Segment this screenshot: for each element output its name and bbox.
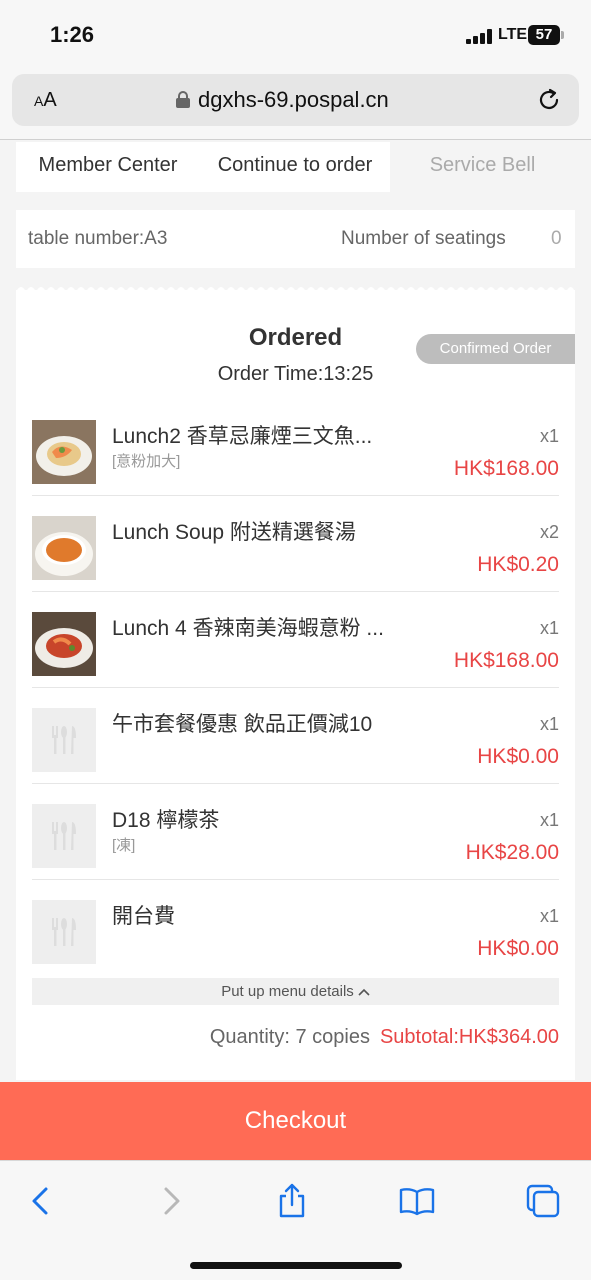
network-label: LTE — [498, 26, 528, 43]
put-up-label: Put up menu details — [221, 983, 354, 1000]
tabs-icon[interactable] — [525, 1183, 561, 1219]
soup-thumbnail — [32, 516, 96, 580]
bookmarks-icon[interactable] — [399, 1183, 435, 1219]
battery-icon: 57 — [528, 25, 560, 45]
status-badge: Confirmed Order — [416, 334, 575, 364]
item-name: D18 檸檬茶 — [112, 809, 220, 832]
seatings-label: Number of seatings — [341, 228, 506, 249]
item-name: 午市套餐優惠 飲品正價減10 — [112, 713, 373, 736]
home-indicator — [190, 1262, 402, 1269]
table-info: table number:A3 Number of seatings 0 — [16, 210, 575, 268]
item-price: HK$0.20 — [477, 553, 559, 576]
text-size-button[interactable]: AA — [34, 89, 57, 112]
tab-member-center[interactable]: Member Center — [16, 142, 200, 192]
salmon-pasta-thumbnail — [32, 420, 96, 484]
item-note: [意粉加大] — [112, 453, 181, 470]
quantity-total: Quantity: 7 copies — [209, 1026, 370, 1048]
chevron-up-icon — [358, 978, 370, 1005]
status-bar: 1:26 LTE 57 — [0, 0, 591, 70]
order-card: Ordered Order Time:13:25 Confirmed Order… — [16, 290, 575, 1080]
table-number: table number:A3 — [28, 228, 168, 249]
item-quantity: x1 — [539, 714, 559, 734]
order-item[interactable]: Lunch Soup 附送精選餐湯 x2 HK$0.20 — [32, 496, 559, 592]
checkout-button[interactable]: Checkout — [0, 1082, 591, 1160]
share-icon[interactable] — [274, 1183, 310, 1219]
item-name: Lunch Soup 附送精選餐湯 — [112, 521, 356, 544]
reload-icon[interactable] — [536, 87, 562, 113]
order-item[interactable]: 午市套餐優惠 飲品正價減10 x1 HK$0.00 — [32, 688, 559, 784]
item-price: HK$0.00 — [477, 745, 559, 768]
item-quantity: x1 — [539, 810, 559, 830]
item-price: HK$168.00 — [453, 457, 559, 480]
url-text[interactable]: dgxhs-69.pospal.cn — [198, 87, 389, 113]
item-name: 開台費 — [112, 905, 175, 928]
lock-icon — [176, 91, 190, 108]
forward-icon[interactable] — [152, 1183, 188, 1219]
order-summary: Quantity: 7 copies Subtotal:HK$364.00 — [32, 1026, 559, 1052]
item-price: HK$168.00 — [453, 649, 559, 672]
item-quantity: x1 — [539, 906, 559, 926]
item-name: Lunch 4 香辣南美海蝦意粉 ... — [112, 617, 384, 640]
battery-cap — [561, 31, 564, 39]
order-item[interactable]: Lunch2 香草忌廉煙三文魚... [意粉加大] x1 HK$168.00 — [32, 400, 559, 496]
item-name: Lunch2 香草忌廉煙三文魚... — [112, 425, 373, 448]
subtotal: Subtotal:HK$364.00 — [379, 1026, 559, 1048]
back-icon[interactable] — [24, 1183, 60, 1219]
item-quantity: x2 — [539, 522, 559, 542]
seatings-value: 0 — [551, 228, 562, 249]
cutlery-icon — [32, 708, 96, 772]
browser-address-area: AA dgxhs-69.pospal.cn — [0, 70, 591, 140]
put-up-menu-details-button[interactable]: Put up menu details — [32, 978, 559, 1005]
item-quantity: x1 — [539, 618, 559, 638]
page-tabs: Member Center Continue to order Service … — [16, 142, 575, 192]
cutlery-icon — [32, 804, 96, 868]
order-item[interactable]: 開台費 x1 HK$0.00 — [32, 880, 559, 976]
shrimp-pasta-thumbnail — [32, 612, 96, 676]
item-note: [凍] — [112, 837, 136, 854]
order-item[interactable]: Lunch 4 香辣南美海蝦意粉 ... x1 HK$168.00 — [32, 592, 559, 688]
status-time: 1:26 — [50, 22, 95, 47]
cutlery-icon — [32, 900, 96, 964]
order-time: Order Time:13:25 — [217, 363, 374, 385]
item-quantity: x1 — [539, 426, 559, 446]
order-item[interactable]: D18 檸檬茶 [凍] x1 HK$28.00 — [32, 784, 559, 880]
tab-continue-to-order[interactable]: Continue to order — [200, 142, 390, 192]
item-price: HK$28.00 — [465, 841, 559, 864]
signal-icon — [466, 28, 492, 44]
tab-service-bell[interactable]: Service Bell — [390, 142, 575, 192]
item-price: HK$0.00 — [477, 937, 559, 960]
address-bar[interactable]: AA dgxhs-69.pospal.cn — [12, 74, 579, 126]
